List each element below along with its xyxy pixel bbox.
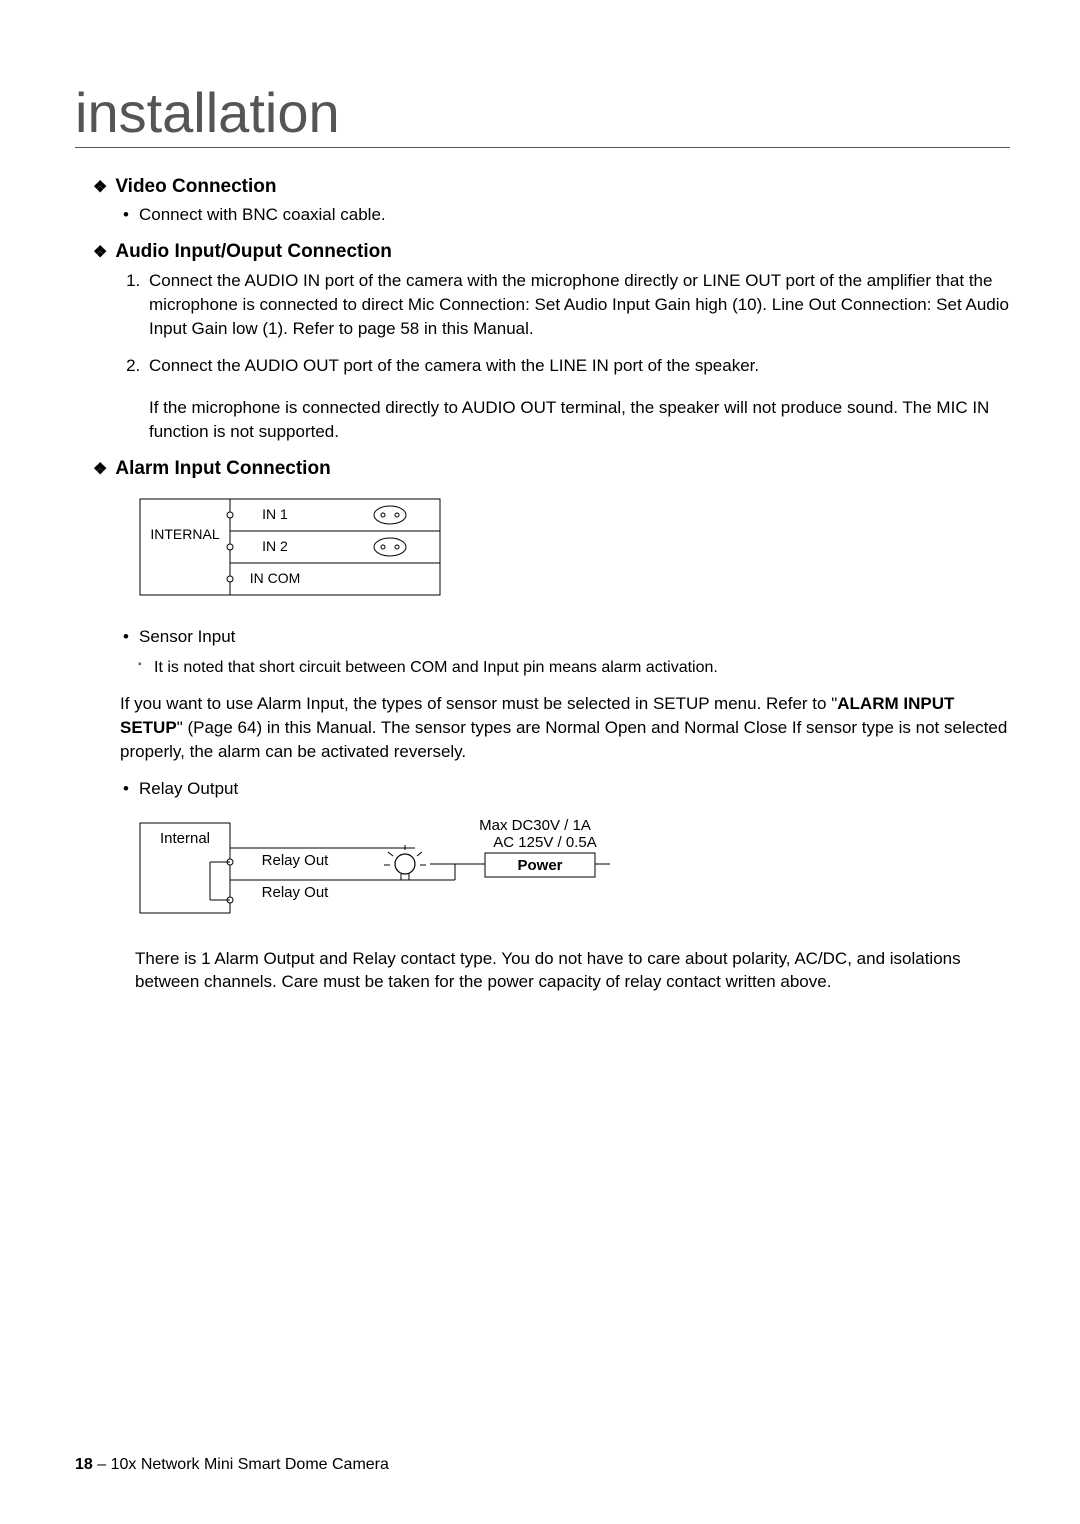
footer-sep: –	[93, 1456, 111, 1473]
sensor-icon	[374, 506, 406, 524]
label-incom: IN COM	[250, 570, 301, 586]
heading-text: Alarm Input Connection	[115, 458, 330, 480]
label-relay2: Relay Out	[262, 884, 330, 901]
page-title: installation	[75, 80, 1010, 148]
alarm-input-diagram: INTERNAL IN 1 IN 2 IN COM	[135, 494, 455, 604]
list-item: Connect the AUDIO OUT port of the camera…	[145, 354, 1010, 443]
item-text: If the microphone is connected directly …	[149, 398, 989, 441]
label-in1: IN 1	[262, 506, 288, 522]
lightbulb-icon	[384, 845, 426, 880]
footer-product: 10x Network Mini Smart Dome Camera	[111, 1456, 389, 1473]
page-footer: 18 – 10x Network Mini Smart Dome Camera	[75, 1456, 389, 1474]
list-item: Connect with BNC coaxial cable.	[123, 204, 1010, 227]
para-text: If you want to use Alarm Input, the type…	[120, 694, 837, 713]
sensor-bullet-list: Sensor Input	[123, 626, 1010, 649]
label-internal: Internal	[160, 830, 210, 847]
list-item: Connect the AUDIO IN port of the camera …	[145, 269, 1010, 340]
label-max1: Max DC30V / 1A	[479, 817, 591, 834]
relay-output-diagram: Internal Relay Out Relay Out Power Max D…	[135, 815, 615, 925]
relay-paragraph: There is 1 Alarm Output and Relay contac…	[135, 947, 1010, 995]
heading-audio-connection: Audio Input/Ouput Connection	[93, 241, 1010, 263]
label-relay1: Relay Out	[262, 852, 330, 869]
video-bullet-list: Connect with BNC coaxial cable.	[123, 204, 1010, 227]
label-internal: INTERNAL	[150, 526, 219, 542]
heading-video-connection: Video Connection	[93, 176, 1010, 198]
alarm-setup-paragraph: If you want to use Alarm Input, the type…	[120, 692, 1010, 763]
heading-text: Video Connection	[115, 176, 276, 198]
sensor-icon	[374, 538, 406, 556]
para-text: " (Page 64) in this Manual. The sensor t…	[120, 718, 1007, 761]
label-power: Power	[517, 857, 562, 874]
sensor-subnote: It is noted that short circuit between C…	[138, 657, 1010, 679]
label-max2: AC 125V / 0.5A	[493, 834, 596, 851]
heading-alarm-connection: Alarm Input Connection	[93, 458, 1010, 480]
page-number: 18	[75, 1456, 93, 1473]
heading-text: Audio Input/Ouput Connection	[115, 241, 392, 263]
label-in2: IN 2	[262, 538, 288, 554]
relay-bullet-list: Relay Output	[123, 778, 1010, 801]
item-text: Connect the AUDIO OUT port of the camera…	[149, 356, 759, 375]
list-item: Relay Output	[123, 778, 1010, 801]
list-item: Sensor Input	[123, 626, 1010, 649]
audio-numbered-list: Connect the AUDIO IN port of the camera …	[145, 269, 1010, 444]
